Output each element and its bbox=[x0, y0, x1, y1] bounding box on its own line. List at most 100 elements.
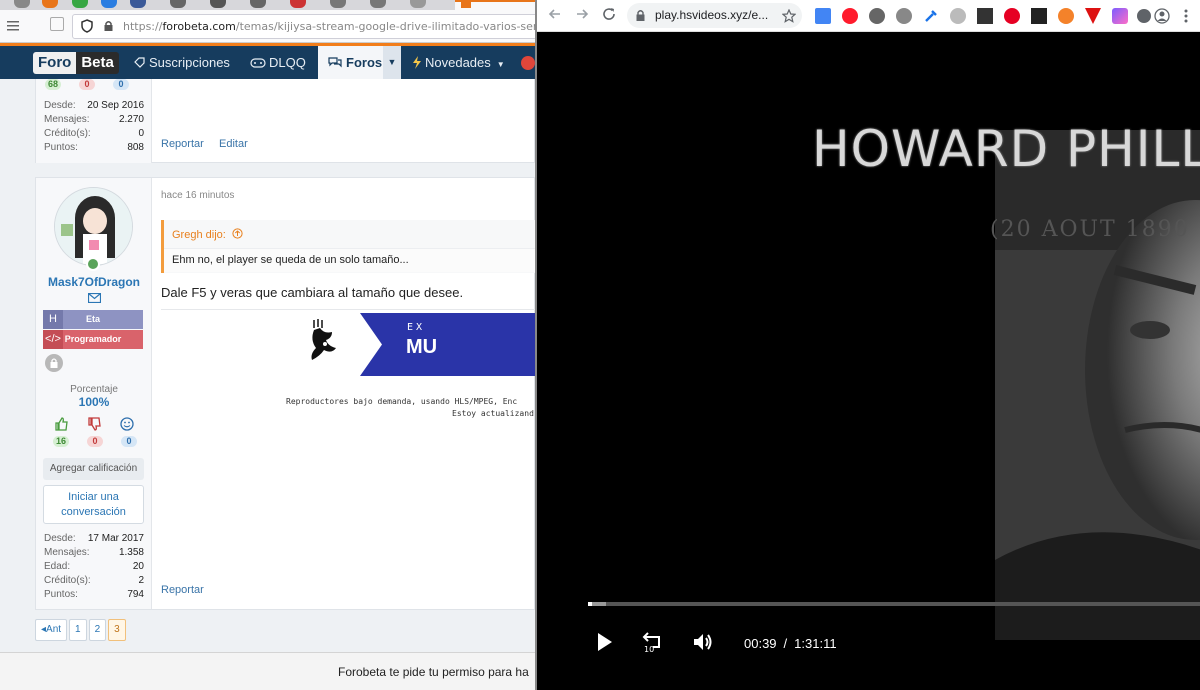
report-link[interactable]: Reportar bbox=[161, 584, 204, 596]
video-progress-bar[interactable] bbox=[588, 602, 1200, 606]
add-rating-button[interactable]: Agregar calificación bbox=[43, 458, 144, 480]
address-bar[interactable]: play.hsvideos.xyz/e... bbox=[627, 3, 802, 28]
jump-to-quote-icon[interactable] bbox=[232, 228, 243, 239]
a-icon[interactable] bbox=[1031, 8, 1047, 24]
active-tab[interactable] bbox=[455, 0, 535, 10]
forum-content: 68 0 0 Desde: 20 Sep 2016 Mensajes: 2.270 … bbox=[0, 79, 535, 660]
red-icon[interactable] bbox=[1085, 8, 1101, 24]
tab-favicon[interactable] bbox=[330, 0, 346, 8]
rewind-10-icon[interactable]: 10 bbox=[640, 630, 664, 654]
pagination-page-1[interactable]: 1 bbox=[69, 619, 87, 641]
tracking-shield-icon[interactable] bbox=[81, 19, 93, 33]
nav-news-label: Novedades bbox=[425, 55, 491, 70]
tab-favicon[interactable] bbox=[410, 0, 426, 8]
percentage-value: 100% bbox=[78, 395, 110, 409]
tab-favicon[interactable] bbox=[42, 0, 58, 8]
pagination-page-2[interactable]: 2 bbox=[88, 619, 107, 641]
lock-icon[interactable] bbox=[635, 9, 646, 22]
sidebar-toggle-icon[interactable] bbox=[6, 18, 20, 32]
report-link[interactable]: Reportar bbox=[161, 138, 204, 150]
address-bar[interactable]: https://forobeta.com/temas/kijiysa-strea… bbox=[72, 14, 535, 39]
smiley-icon[interactable] bbox=[120, 417, 134, 431]
nav-forums[interactable]: Foros bbox=[318, 46, 393, 79]
post-username[interactable]: Mask7OfDragon bbox=[36, 275, 152, 289]
reload-icon[interactable] bbox=[601, 6, 617, 22]
tab-favicon[interactable] bbox=[170, 0, 186, 8]
tab-favicon[interactable] bbox=[370, 0, 386, 8]
circle-icon[interactable] bbox=[950, 8, 966, 24]
user-stat-messages: Mensajes: 2.270 bbox=[44, 114, 144, 125]
forward-arrow-icon[interactable] bbox=[574, 6, 590, 22]
lock-icon[interactable] bbox=[103, 20, 114, 32]
reaction-counts: 16 0 0 bbox=[53, 436, 137, 447]
user-stat-age: Edad: 20 bbox=[44, 561, 144, 572]
ip-icon[interactable] bbox=[896, 8, 912, 24]
dislike-count: 0 bbox=[79, 79, 95, 90]
volume-icon[interactable] bbox=[691, 630, 715, 654]
m-icon[interactable] bbox=[977, 8, 993, 24]
tab-favicon bbox=[461, 2, 471, 8]
puzzle-icon[interactable] bbox=[1136, 8, 1152, 24]
pinterest-icon[interactable] bbox=[1004, 8, 1020, 24]
tab-favicon[interactable] bbox=[290, 0, 306, 8]
nav-news[interactable]: Novedades ▼ bbox=[412, 46, 505, 79]
tab-favicon[interactable] bbox=[130, 0, 146, 8]
forum-post: 68 0 0 Desde: 20 Sep 2016 Mensajes: 2.270 … bbox=[35, 79, 535, 163]
avatar[interactable] bbox=[54, 187, 133, 266]
edit-link[interactable]: Editar bbox=[219, 138, 248, 150]
rss-icon bbox=[134, 57, 145, 68]
user-stat-points: Puntos: 808 bbox=[44, 142, 144, 153]
neutral-count: 0 bbox=[121, 436, 137, 447]
dragon-logo-icon bbox=[311, 319, 336, 360]
thumbs-down-icon[interactable] bbox=[87, 417, 101, 431]
orange-circle-icon[interactable] bbox=[1058, 8, 1074, 24]
notifications-icon[interactable] bbox=[521, 56, 535, 70]
bookmark-icon[interactable] bbox=[50, 17, 64, 31]
globe-icon[interactable] bbox=[869, 8, 885, 24]
post-timestamp[interactable]: hace 16 minutos bbox=[161, 190, 234, 201]
logo-text-beta: Beta bbox=[76, 52, 119, 74]
gradient-icon[interactable] bbox=[1112, 8, 1128, 24]
stat-label: Crédito(s): bbox=[44, 128, 91, 139]
eyedropper-icon[interactable] bbox=[923, 8, 939, 24]
url-text: play.hsvideos.xyz/e... bbox=[655, 8, 769, 22]
bookmark-star-icon[interactable] bbox=[782, 9, 796, 23]
translate-icon[interactable] bbox=[815, 8, 831, 24]
signature-ad-banner[interactable]: EX MU bbox=[306, 311, 535, 377]
pagination-page-3-current[interactable]: 3 bbox=[108, 619, 126, 641]
time-separator: / bbox=[783, 636, 788, 651]
signature-divider bbox=[161, 309, 535, 310]
opera-icon[interactable] bbox=[842, 8, 858, 24]
play-icon[interactable] bbox=[595, 630, 615, 654]
news-caret-icon[interactable]: ▼ bbox=[497, 60, 505, 69]
profile-icon[interactable] bbox=[1154, 8, 1170, 24]
tab-favicon[interactable] bbox=[210, 0, 226, 8]
chrome-toolbar: play.hsvideos.xyz/e... bbox=[537, 0, 1200, 32]
tab-favicon[interactable] bbox=[101, 0, 117, 8]
banner-eta-icon: H bbox=[43, 310, 63, 329]
stat-value: 1.358 bbox=[118, 547, 144, 558]
nav-dlqq[interactable]: DLQQ bbox=[250, 46, 306, 79]
url-domain: forobeta.com bbox=[162, 20, 236, 33]
tab-favicon[interactable] bbox=[72, 0, 88, 8]
neutral-count: 0 bbox=[113, 79, 129, 90]
tab-favicon[interactable] bbox=[250, 0, 266, 8]
envelope-icon[interactable] bbox=[88, 293, 101, 303]
stat-value: 20 Sep 2016 bbox=[87, 100, 144, 111]
ad-caption-line-1: Reproductores bajo demanda, usando HLS/M… bbox=[286, 397, 518, 406]
user-stat-points: Puntos: 794 bbox=[44, 589, 144, 600]
quote-header[interactable]: Gregh dijo: bbox=[172, 228, 243, 241]
menu-dots-icon[interactable] bbox=[1178, 8, 1194, 24]
reaction-counts: 68 0 0 bbox=[45, 79, 129, 90]
nav-subscriptions[interactable]: Suscripciones bbox=[133, 46, 230, 79]
forobeta-logo[interactable]: Foro Beta bbox=[33, 52, 119, 74]
start-conversation-button[interactable]: Iniciar una conversación bbox=[43, 485, 144, 524]
tab-favicon[interactable] bbox=[14, 0, 30, 8]
forums-dropdown-caret-icon[interactable]: ▼ bbox=[383, 46, 401, 79]
video-player[interactable]: HOWARD PHILL (20 AOUT 1890 10 00:39 / 1:31… bbox=[537, 32, 1200, 690]
back-arrow-icon[interactable] bbox=[547, 6, 563, 22]
thumbs-up-icon[interactable] bbox=[54, 417, 68, 431]
pagination-prev-button[interactable]: ◂Ant bbox=[35, 619, 68, 641]
start-conversation-label-1: Iniciar una bbox=[68, 491, 119, 503]
firefox-tab-strip bbox=[0, 0, 535, 10]
